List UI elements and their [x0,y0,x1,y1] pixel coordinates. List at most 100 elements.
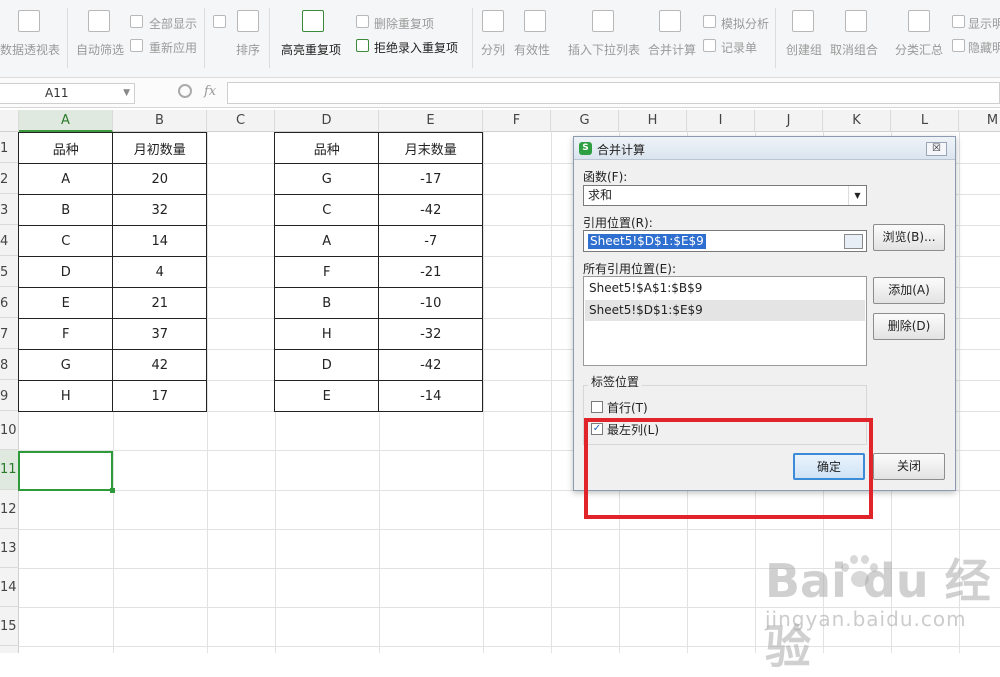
table-cell[interactable]: 32 [112,194,207,226]
name-box[interactable]: A11 ▼ [0,83,135,104]
column-header-g[interactable]: G [551,110,619,132]
close-icon[interactable]: ☒ [926,142,947,156]
row-header-1[interactable]: 1 [0,132,19,163]
table-cell[interactable]: 4 [112,256,207,288]
table-cell[interactable]: B [17,194,114,226]
range-picker-icon[interactable] [844,234,863,249]
table-cell[interactable]: E [273,380,380,412]
table-cell[interactable]: B [273,287,380,319]
row-header-4[interactable]: 4 [0,225,19,256]
delete-button[interactable]: 删除(D) [873,313,945,340]
reference-input[interactable]: Sheet5!$D$1:$E$9 [583,230,867,252]
row-header-15[interactable]: 15 [0,607,19,646]
row-header-8[interactable]: 8 [0,349,19,380]
table-cell[interactable]: 14 [112,225,207,257]
auto-filter-button[interactable]: 自动筛选 [76,41,124,58]
table-cell[interactable]: 21 [112,287,207,319]
top-row-checkbox[interactable] [591,401,603,413]
table-cell[interactable]: 品种 [273,132,380,164]
table-cell[interactable]: 42 [112,349,207,381]
consolidate-button[interactable]: 合并计算 [648,41,696,58]
row-header-9[interactable]: 9 [0,380,19,411]
row-header-14[interactable]: 14 [0,568,19,607]
subtotal-button[interactable]: 分类汇总 [895,41,943,58]
table-cell[interactable]: E [17,287,114,319]
table-cell[interactable]: G [273,163,380,195]
dialog-titlebar[interactable]: S 合并计算 ☒ [574,137,955,160]
zoom-icon[interactable] [178,84,192,98]
table-cell[interactable]: -7 [378,225,483,257]
column-header-j[interactable]: J [755,110,823,132]
table-cell[interactable]: 37 [112,318,207,350]
column-header-d[interactable]: D [275,110,379,132]
select-all-corner[interactable] [0,110,19,132]
column-header-e[interactable]: E [379,110,483,132]
reapply-button[interactable]: 重新应用 [149,39,197,56]
column-header-f[interactable]: F [483,110,551,132]
list-item[interactable]: Sheet5!$D$1:$E$9 [585,300,865,321]
table-cell[interactable]: F [273,256,380,288]
show-detail-button[interactable]: 显示明 [968,15,1000,32]
list-item[interactable]: Sheet5!$A$1:$B$9 [585,278,865,299]
table-cell[interactable]: H [17,380,114,412]
row-header-13[interactable]: 13 [0,529,19,568]
ungroup-button[interactable]: 取消组合 [830,41,878,58]
add-button[interactable]: 添加(A) [873,277,945,304]
row-header-11[interactable]: 11 [0,450,19,490]
pivot-table-button[interactable]: 数据透视表 [0,41,60,58]
chevron-down-icon[interactable]: ▼ [123,84,130,103]
table-cell[interactable]: 20 [112,163,207,195]
column-header-a[interactable]: A [19,110,113,132]
column-header-i[interactable]: I [687,110,755,132]
table-cell[interactable]: D [17,256,114,288]
table-cell[interactable]: -14 [378,380,483,412]
remove-duplicates-button[interactable]: 删除重复项 [374,15,434,32]
row-header-3[interactable]: 3 [0,194,19,225]
row-header-7[interactable]: 7 [0,318,19,349]
selected-cell-a11[interactable] [18,451,115,493]
table-cell[interactable]: 月末数量 [378,132,483,164]
top-row-label[interactable]: 首行(T) [607,399,648,416]
formula-input[interactable] [227,82,1000,104]
row-header-10[interactable]: 10 [0,411,19,450]
table-cell[interactable]: -17 [378,163,483,195]
split-column-button[interactable]: 分列 [481,41,505,58]
column-header-l[interactable]: L [891,110,959,132]
row-header-6[interactable]: 6 [0,287,19,318]
form-button[interactable]: 记录单 [721,39,757,56]
what-if-button[interactable]: 模拟分析 [721,15,769,32]
close-button[interactable]: 关闭 [873,453,945,480]
column-header-b[interactable]: B [113,110,207,132]
all-references-list[interactable]: Sheet5!$A$1:$B$9 Sheet5!$D$1:$E$9 [583,276,867,366]
table-cell[interactable]: -42 [378,349,483,381]
dropdown-list-button[interactable]: 插入下拉列表 [568,41,640,58]
table-cell[interactable]: A [273,225,380,257]
table-cell[interactable]: 月初数量 [112,132,207,164]
row-header-2[interactable]: 2 [0,163,19,194]
group-button[interactable]: 创建组 [786,41,822,58]
table-cell[interactable]: F [17,318,114,350]
table-cell[interactable]: -21 [378,256,483,288]
column-header-m[interactable]: M [959,110,1000,132]
column-header-k[interactable]: K [823,110,891,132]
table-cell[interactable]: D [273,349,380,381]
highlight-duplicates-button[interactable]: 高亮重复项 [281,41,341,58]
row-header-12[interactable]: 12 [0,490,19,529]
table-cell[interactable]: C [273,194,380,226]
chevron-down-icon[interactable]: ▼ [848,186,866,205]
function-select[interactable]: 求和 ▼ [583,185,867,206]
table-cell[interactable]: A [17,163,114,195]
table-cell[interactable]: -32 [378,318,483,350]
table-cell[interactable]: C [17,225,114,257]
show-all-button[interactable]: 全部显示 [149,15,197,32]
table-cell[interactable]: G [17,349,114,381]
table-cell[interactable]: -10 [378,287,483,319]
sort-button[interactable]: 排序 [236,41,260,58]
fx-icon[interactable]: fx [204,84,216,99]
table-cell[interactable]: -42 [378,194,483,226]
row-header-5[interactable]: 5 [0,256,19,287]
table-cell[interactable]: 品种 [17,132,114,164]
column-header-c[interactable]: C [207,110,275,132]
hide-detail-button[interactable]: 隐藏明 [968,39,1000,56]
validation-button[interactable]: 有效性 [514,41,550,58]
